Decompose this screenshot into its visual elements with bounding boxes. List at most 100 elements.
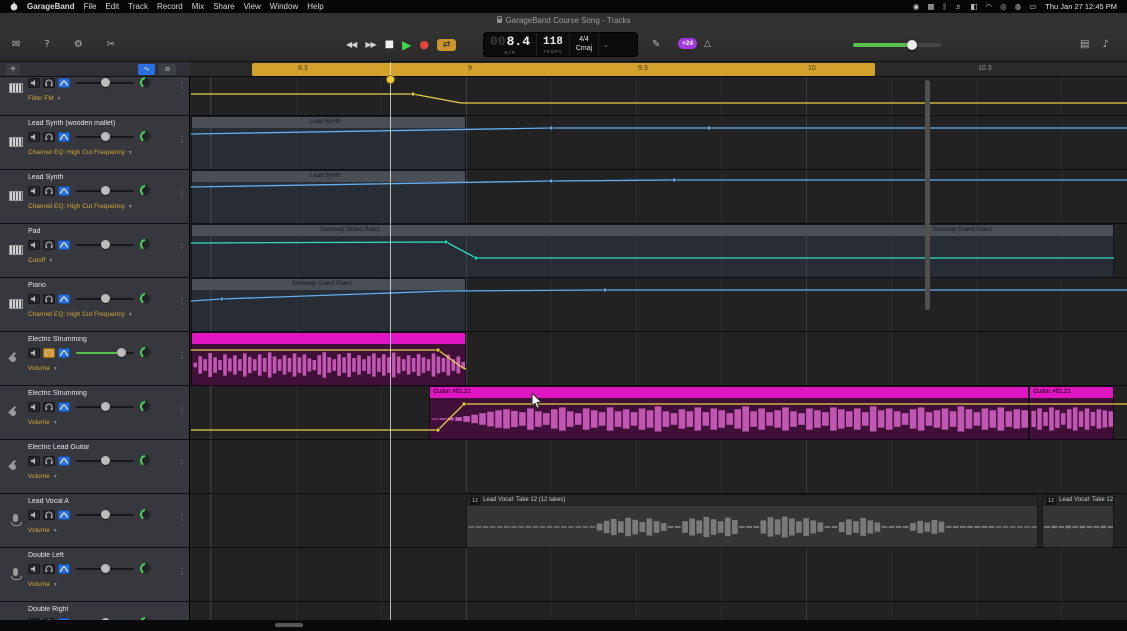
volume-slider[interactable] [76, 186, 134, 195]
media-browser-icon[interactable]: ♪ [1102, 39, 1108, 50]
pan-knob[interactable] [140, 131, 151, 142]
region[interactable]: 12 Lead Vocal: Take 12 (12 takes) [466, 494, 1038, 548]
track-grip-icon[interactable]: ⋮ [178, 405, 186, 414]
mute-button[interactable] [28, 347, 40, 358]
track-automation-param[interactable]: Channel EQ: High Cut Frequency ▼ [28, 203, 133, 210]
track-automation-param[interactable]: Volume ▼ [28, 419, 58, 426]
vertical-scrollbar[interactable] [925, 80, 930, 310]
track-lane[interactable] [191, 440, 1127, 494]
mute-button[interactable] [28, 401, 40, 412]
lcd-tempo[interactable]: 118 TEMPO [537, 33, 570, 56]
track-header[interactable]: ⋮ Lead Synth (wooden mallet) Channel EQ:… [0, 116, 189, 170]
automation-button[interactable] [58, 131, 70, 142]
lcd-key-signature[interactable]: 4/4 Cmaj [570, 33, 600, 56]
note-pad-icon[interactable]: ▤ [1080, 39, 1089, 50]
track-lane[interactable] [191, 548, 1127, 602]
menu-clock[interactable]: Thu Jan 27 12:45 PM [1045, 2, 1117, 11]
solo-button[interactable] [43, 563, 55, 574]
automation-curve[interactable] [191, 386, 1127, 440]
search-icon[interactable]: ◎ [1000, 2, 1007, 11]
quick-help-icon[interactable]: ? [44, 39, 49, 50]
menu-item-mix[interactable]: Mix [192, 2, 204, 11]
volume-slider-knob[interactable] [101, 132, 110, 141]
menu-item-help[interactable]: Help [307, 2, 323, 11]
automation-button[interactable] [58, 509, 70, 520]
track-automation-param[interactable]: Channel EQ: High Cut Frequency ▼ [28, 311, 133, 318]
solo-button[interactable] [43, 509, 55, 520]
solo-button[interactable] [43, 293, 55, 304]
pan-knob[interactable] [140, 239, 151, 250]
track-lane[interactable]: Lead Synth [190, 170, 1127, 224]
track-header[interactable]: ⋮ Lead Vocal A Volume ▼ [0, 494, 189, 548]
add-track-button[interactable]: + [6, 63, 20, 75]
master-volume-slider[interactable] [853, 40, 941, 50]
menu-item-record[interactable]: Record [157, 2, 183, 11]
track-automation-param[interactable]: Filter FM ▼ [28, 95, 62, 102]
menu-item-view[interactable]: View [244, 2, 261, 11]
lcd-chevron-icon[interactable]: ⌄ [599, 33, 613, 56]
solo-button[interactable] [43, 77, 55, 88]
track-lane[interactable] [191, 77, 1127, 116]
volume-slider[interactable] [76, 564, 134, 573]
mute-button[interactable] [28, 77, 40, 88]
track-grip-icon[interactable]: ⋮ [178, 567, 186, 576]
playhead-handle[interactable] [386, 75, 395, 84]
battery-icon[interactable]: ▭ [1029, 2, 1036, 11]
track-grip-icon[interactable]: ⋮ [178, 135, 186, 144]
track-automation-param[interactable]: Volume ▼ [28, 365, 58, 372]
track-automation-param[interactable]: Volume ▼ [28, 473, 58, 480]
volume-slider[interactable] [76, 240, 134, 249]
automation-curve[interactable] [191, 77, 1127, 116]
display-icon[interactable]: ▦ [927, 2, 934, 11]
mute-button[interactable] [28, 239, 40, 250]
track-header[interactable]: ⋮ Electric Strumming Volume ▼ [0, 332, 189, 386]
track-header[interactable]: ⋮ Piano Channel EQ: High Cut Frequency ▼ [0, 278, 189, 332]
cycle-button[interactable]: ⇄ [436, 38, 457, 51]
volume-slider[interactable] [76, 132, 134, 141]
track-lane[interactable]: Guitar #01.21 Guitar #01.21 [191, 386, 1127, 440]
app-menu[interactable]: GarageBand [27, 2, 75, 11]
volume-slider-knob[interactable] [101, 186, 110, 195]
automation-curve[interactable] [191, 332, 1127, 386]
record-button[interactable]: ● [419, 38, 429, 51]
editors-icon[interactable]: ✂ [107, 39, 115, 50]
track-lane[interactable]: 12 Lead Vocal: Take 12 (12 takes) 12 Lead V… [191, 494, 1127, 548]
track-automation-param[interactable]: Volume ▼ [28, 527, 58, 534]
pan-knob[interactable] [140, 185, 151, 196]
volume-slider[interactable] [76, 402, 134, 411]
volume-slider[interactable] [76, 510, 134, 519]
solo-button[interactable] [43, 455, 55, 466]
track-lane[interactable]: Lead Synth [190, 116, 1127, 170]
solo-button[interactable] [43, 131, 55, 142]
pan-knob[interactable] [140, 401, 151, 412]
track-grip-icon[interactable]: ⋮ [178, 189, 186, 198]
track-grip-icon[interactable]: ⋮ [178, 351, 186, 360]
lcd-display[interactable]: 00 8.4 BAR 118 TEMPO 4/4 Cmaj ⌄ [483, 32, 638, 57]
track-header[interactable]: ⋮ Pad Cutoff ▼ [0, 224, 189, 278]
timeline-lanes[interactable]: Lead Synth Lead Synth Steinway Grand Piano… [190, 77, 1127, 620]
pan-knob[interactable] [140, 77, 151, 88]
smart-controls-icon[interactable]: ⚙ [74, 39, 83, 50]
volume-icon[interactable]: ♬ [955, 2, 963, 11]
solo-button[interactable] [43, 347, 55, 358]
timeline-ruler[interactable]: 8.3 9 9.3 10 10.3 [190, 62, 1127, 77]
stop-button[interactable]: ■ [385, 39, 395, 50]
menu-item-window[interactable]: Window [270, 2, 298, 11]
solo-button[interactable] [43, 401, 55, 412]
menu-item-share[interactable]: Share [213, 2, 234, 11]
track-header[interactable]: ⋮ Electric Lead Guitar Volume ▼ [0, 440, 189, 494]
automation-curve[interactable] [190, 278, 1127, 332]
cycle-region[interactable] [252, 63, 875, 76]
automation-curve[interactable] [190, 224, 1127, 278]
track-automation-param[interactable]: Channel EQ: High Cut Frequency ▼ [28, 149, 133, 156]
automation-button[interactable] [58, 347, 70, 358]
solo-button[interactable] [43, 185, 55, 196]
track-lane[interactable] [191, 602, 1127, 620]
solo-button[interactable] [43, 239, 55, 250]
volume-slider-knob[interactable] [101, 402, 110, 411]
track-header[interactable]: ⋮ Double Left Volume ▼ [0, 548, 189, 602]
mute-button[interactable] [28, 563, 40, 574]
track-lane[interactable]: Steinway Grand Piano Steinway Grand Piano [190, 224, 1127, 278]
mute-button[interactable] [28, 509, 40, 520]
volume-slider[interactable] [76, 294, 134, 303]
